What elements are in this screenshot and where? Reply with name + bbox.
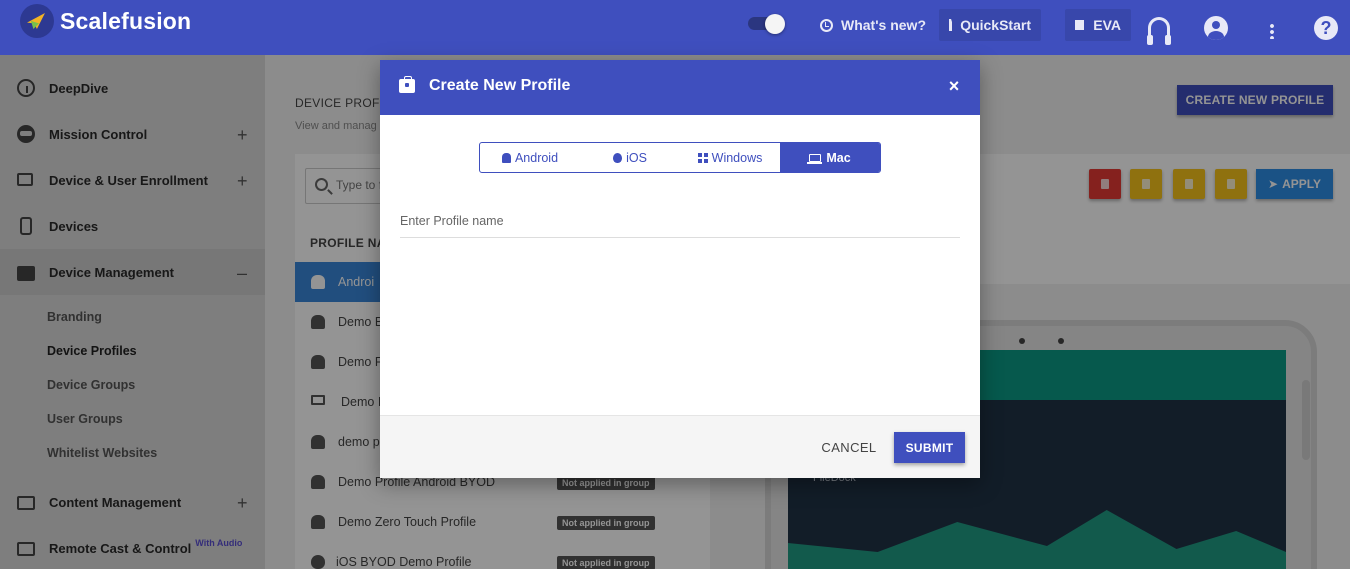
dialog-title: Create New Profile [429,77,571,94]
quickstart-label: QuickStart [960,17,1031,33]
tab-mac[interactable]: Mac [780,143,880,172]
windows-icon [697,152,708,163]
tab-label: Mac [826,150,851,165]
help-icon: ? [1314,16,1338,40]
theme-toggle[interactable] [748,14,786,34]
eva-label: EVA [1093,17,1121,33]
briefcase-icon [399,76,415,93]
profile-name-input[interactable] [400,205,960,238]
laptop-icon [807,153,823,164]
tab-ios[interactable]: iOS [580,143,680,172]
headset-icon [1147,17,1171,45]
apple-icon [613,152,623,163]
more-vertical-icon [1270,23,1274,39]
eva-button[interactable]: EVA [1065,9,1131,41]
cancel-button[interactable]: CANCEL [809,432,889,462]
clock-icon [820,18,833,32]
whats-new-label: What's new? [841,17,926,33]
brand[interactable]: Scalefusion [20,4,191,38]
document-icon [949,19,953,31]
top-bar: Scalefusion What's new? QuickStart EVA ? [0,0,1350,55]
account-button[interactable] [1204,12,1228,44]
create-profile-dialog: Create New Profile × Android iOS Windows… [380,60,980,478]
help-button[interactable]: ? [1314,12,1338,44]
close-icon[interactable]: × [945,75,963,97]
whats-new-button[interactable]: What's new? [820,9,926,41]
account-circle-icon [1204,16,1228,40]
tab-android[interactable]: Android [480,143,580,172]
dialog-footer: CANCEL SUBMIT [380,415,980,478]
brand-name: Scalefusion [60,7,192,34]
tab-label: iOS [626,150,647,165]
chat-icon [1075,20,1085,30]
dialog-header: Create New Profile × [380,60,980,115]
submit-button[interactable]: SUBMIT [894,432,965,463]
quickstart-button[interactable]: QuickStart [939,9,1041,41]
platform-tabs: Android iOS Windows Mac [479,142,881,173]
tab-windows[interactable]: Windows [680,143,780,172]
tab-label: Windows [711,150,763,165]
support-button[interactable] [1147,12,1171,45]
scalefusion-logo-icon [20,4,54,38]
toggle-knob [765,14,785,34]
tab-label: Android [514,150,559,165]
more-menu-button[interactable] [1270,15,1274,47]
android-icon [501,152,511,163]
